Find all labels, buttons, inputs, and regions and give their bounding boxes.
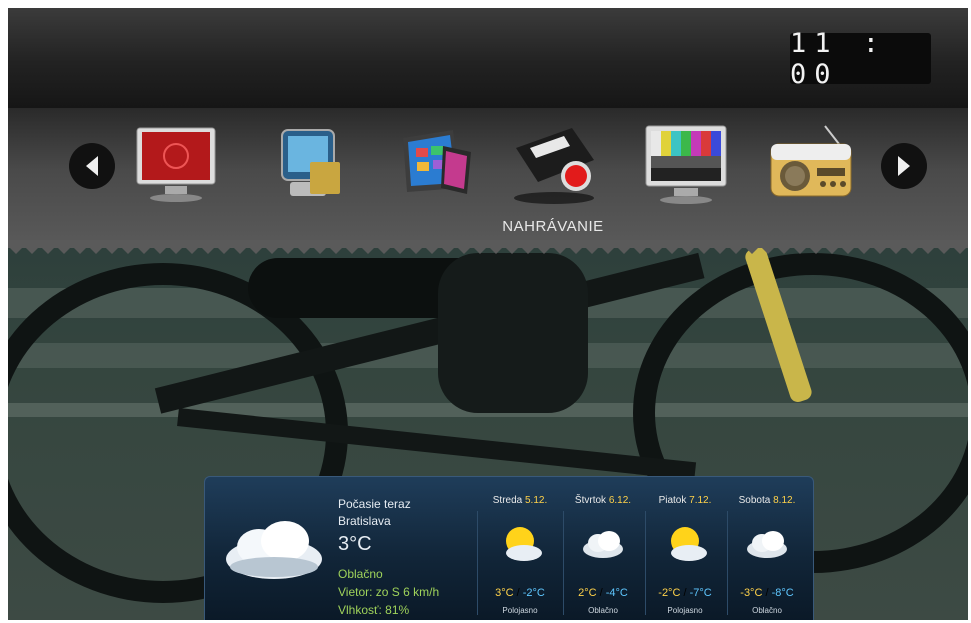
selected-menu-label: NAHRÁVANIE [502, 218, 604, 235]
test-card-tv-icon [645, 125, 727, 204]
weather-condition: Oblačno [338, 567, 383, 581]
cloud-icon [226, 521, 322, 579]
chevron-right-icon [898, 156, 910, 176]
forecast-temps: 3°C / -2°C [495, 587, 545, 599]
weather-humidity: Vlhkosť: 81% [338, 603, 410, 617]
forecast-desc: Oblačno [588, 606, 618, 615]
menu-item-test-card[interactable] [640, 118, 732, 208]
forecast-day-name: Štvrtok 6.12. [574, 495, 632, 506]
tv-icon [136, 127, 216, 202]
forecast-day: Štvrtok 6.12. 2°C / -4°C Oblačno [563, 495, 643, 615]
menu-item-radio[interactable] [765, 118, 857, 208]
menu-band-edge [8, 240, 968, 254]
forecast-day-name: Sobota 8.12. [738, 495, 796, 506]
forecast-day-name: Piatok 7.12. [658, 495, 712, 506]
video-tape-record-icon [514, 128, 594, 204]
cloud-icon [583, 531, 623, 558]
tv-screen: 11 : 00 NAHRÁVANIE Počasie teraz Bratisl… [8, 8, 968, 620]
weather-panel: Počasie teraz Bratislava 3°C Oblačno Vie… [204, 476, 814, 620]
forecast-desc: Oblačno [752, 606, 782, 615]
divider [645, 511, 646, 615]
weather-temperature: 3°C [338, 533, 372, 555]
menu-next-button[interactable] [881, 143, 927, 189]
divider [477, 511, 478, 615]
forecast-temps: 2°C / -4°C [578, 587, 628, 599]
forecast-day: Streda 5.12. 3°C / -2°C Polojasno [480, 495, 560, 615]
forecast-day: Sobota 8.12. -3°C / -8°C Oblačno [727, 495, 807, 615]
chevron-left-icon [86, 156, 98, 176]
apps-tablet-icon [403, 130, 471, 194]
forecast-temps: -2°C / -7°C [658, 587, 712, 599]
forecast-desc: Polojasno [667, 606, 703, 615]
sun-cloud-icon [671, 527, 707, 561]
divider [727, 511, 728, 615]
weather-wind: Vietor: zo S 6 km/h [338, 585, 440, 599]
forecast-day: Piatok 7.12. -2°C / -7°C Polojasno [645, 495, 725, 615]
radio-icon [770, 125, 852, 197]
menu-item-media[interactable] [266, 118, 358, 208]
menu-prev-button[interactable] [69, 143, 115, 189]
menu-item-apps[interactable] [391, 118, 483, 208]
menu-item-tv[interactable] [131, 118, 223, 208]
cloud-icon [747, 531, 787, 558]
divider [563, 511, 564, 615]
weather-city: Bratislava [338, 514, 391, 528]
forecast-day-name: Streda 5.12. [492, 495, 548, 506]
media-folder-icon [281, 129, 340, 196]
menu-item-recording[interactable] [508, 118, 600, 208]
clock: 11 : 00 [790, 28, 931, 90]
weather-now-title: Počasie teraz [338, 497, 411, 511]
forecast-desc: Polojasno [502, 606, 538, 615]
forecast-temps: -3°C / -8°C [740, 587, 794, 599]
sun-cloud-icon [506, 527, 542, 561]
